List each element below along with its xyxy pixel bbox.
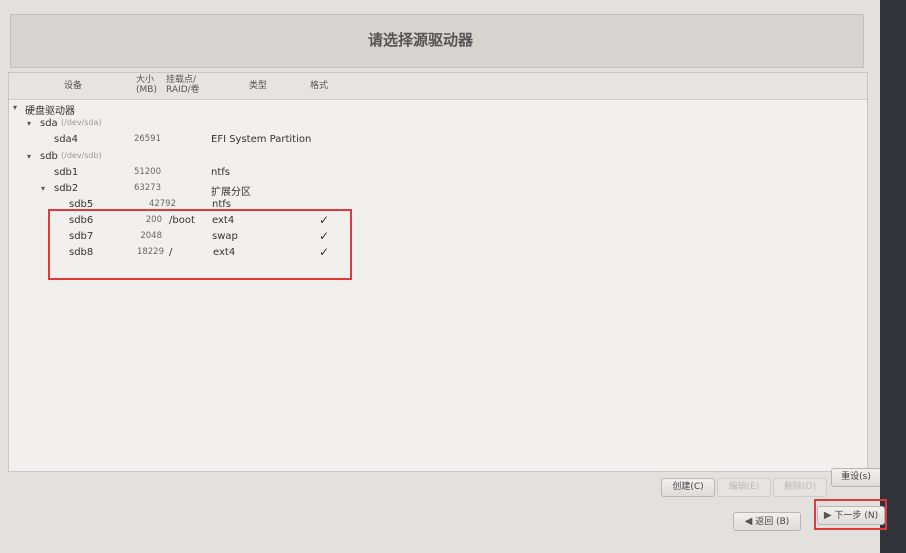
partition-type: 扩展分区 [211, 187, 251, 198]
tree-row-sdb[interactable]: ▾ sdb (/dev/sdb) [9, 149, 867, 165]
column-format[interactable]: 格式 [310, 81, 328, 91]
next-highlight-box: ▶ 下一步 (N) [814, 499, 887, 530]
column-mount-line1: 挂载点/ [166, 75, 197, 85]
expand-arrow-icon[interactable]: ▾ [13, 103, 17, 112]
tree-row-sdb2[interactable]: ▾ sdb2 63273 扩展分区 [9, 181, 867, 198]
partition-name: sdb2 [54, 183, 79, 194]
partition-size: 51200 [133, 167, 161, 177]
back-button[interactable]: ◀ 返回 (B) [733, 512, 801, 531]
device-name: sdb [40, 151, 58, 162]
column-size-line1: 大小 [136, 75, 155, 85]
device-name: sda [40, 118, 58, 129]
tree-row-sda4[interactable]: sda4 26591 EFI System Partition [9, 132, 867, 148]
partition-size: 63273 [133, 183, 161, 193]
tree-row-hard-drives[interactable]: ▾ 硬盘驱动器 [9, 100, 867, 117]
partition-name: sdb1 [54, 167, 79, 178]
expand-arrow-icon[interactable]: ▾ [41, 184, 45, 193]
header-bar: 请选择源驱动器 [10, 14, 864, 68]
reset-button[interactable]: 重设(s) [831, 468, 881, 487]
tree-row-sda[interactable]: ▾ sda (/dev/sda) [9, 116, 867, 132]
next-button[interactable]: ▶ 下一步 (N) [817, 506, 885, 525]
device-path: (/dev/sdb) [61, 151, 102, 160]
expand-arrow-icon[interactable]: ▾ [27, 119, 31, 128]
back-arrow-icon: ◀ [744, 516, 753, 527]
partition-size: 26591 [133, 134, 161, 144]
installer-screen: 请选择源驱动器 设备 大小 (MB) 挂载点/RAID/卷 类型 格式 ▾ 硬盘驱… [0, 0, 881, 553]
expand-arrow-icon[interactable]: ▾ [27, 152, 31, 161]
column-size-line2: (MB) [136, 85, 157, 95]
column-headers: 设备 大小 (MB) 挂载点/RAID/卷 类型 格式 [9, 73, 867, 100]
column-type[interactable]: 类型 [249, 81, 267, 91]
column-device[interactable]: 设备 [64, 81, 82, 91]
partition-name: sda4 [54, 134, 79, 145]
back-button-label: 返回 (B) [755, 517, 790, 527]
device-path: (/dev/sda) [61, 118, 102, 127]
next-arrow-icon: ▶ [823, 510, 832, 521]
edit-button[interactable]: 编辑(E) [717, 478, 771, 497]
partition-type: ntfs [211, 167, 230, 178]
monitor-bezel [880, 0, 906, 553]
delete-button[interactable]: 删除(D) [773, 478, 827, 497]
highlight-box [48, 209, 352, 280]
column-mount[interactable]: 挂载点/RAID/卷 [166, 75, 200, 95]
hard-drives-label: 硬盘驱动器 [25, 106, 75, 117]
tree-row-sdb1[interactable]: sdb1 51200 ntfs [9, 165, 867, 181]
page-title: 请选择源驱动器 [367, 31, 473, 49]
partition-size: 42792 [148, 199, 176, 209]
partition-type: EFI System Partition [211, 134, 312, 145]
column-mount-line2: RAID/卷 [166, 85, 200, 95]
create-button[interactable]: 创建(C) [661, 478, 715, 497]
next-button-label: 下一步 (N) [834, 511, 879, 521]
column-size[interactable]: 大小 (MB) [136, 75, 157, 95]
